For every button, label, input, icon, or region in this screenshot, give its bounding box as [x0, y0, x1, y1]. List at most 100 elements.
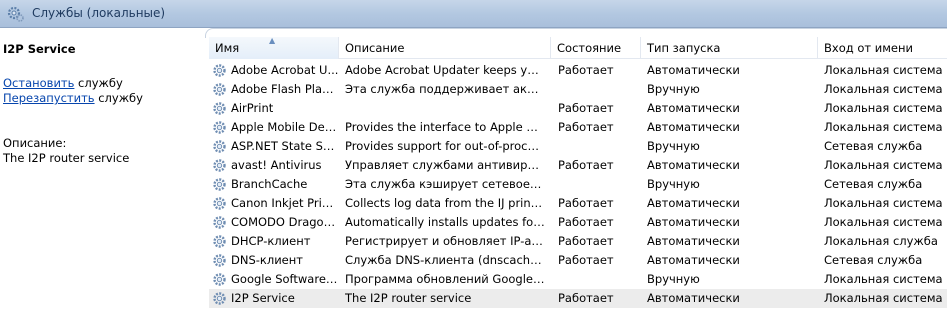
- column-header-description[interactable]: Описание: [339, 37, 551, 59]
- service-startup-type: Автоматически: [647, 234, 740, 248]
- service-description: Управляет службами антивируса ...: [345, 158, 545, 172]
- service-description: [345, 99, 545, 118]
- service-startup-type: Автоматически: [647, 63, 740, 77]
- service-state: [558, 80, 643, 99]
- column-header-name[interactable]: ▲ Имя: [209, 37, 339, 59]
- service-state: Работает: [558, 253, 614, 267]
- service-row[interactable]: AirPrint Работает Автоматически Локальная с…: [209, 99, 947, 118]
- service-gear-icon: [212, 139, 227, 154]
- service-description: Automatically installs updates for C...: [345, 215, 545, 229]
- service-startup-type: Вручную: [647, 272, 700, 286]
- column-header-startup-type[interactable]: Тип запуска: [641, 37, 818, 59]
- service-gear-icon: [212, 63, 227, 78]
- service-logon-as: Локальная система: [824, 272, 943, 286]
- service-row[interactable]: BranchCache Эта служба кэширует сетевое с…: [209, 175, 947, 194]
- service-name: DHCP-клиент: [231, 234, 311, 248]
- service-state: Работает: [558, 120, 614, 134]
- service-name: avast! Antivirus: [231, 158, 322, 172]
- service-startup-type: Вручную: [647, 177, 700, 191]
- services-list[interactable]: ▲ Имя Описание Состояние Тип запуска Вхо…: [209, 37, 947, 312]
- service-name: ASP.NET State Ser...: [231, 139, 339, 153]
- service-name: Canon Inkjet Print...: [231, 196, 339, 210]
- stop-action-text: службу: [74, 76, 123, 90]
- service-row[interactable]: DNS-клиент Служба DNS-клиента (dnscache) …: [209, 251, 947, 270]
- service-name: Adobe Flash Playe...: [231, 82, 339, 96]
- service-row[interactable]: Adobe Acrobat U... Adobe Acrobat Updater …: [209, 61, 947, 80]
- service-startup-type: Автоматически: [647, 158, 740, 172]
- service-state: Работает: [558, 63, 614, 77]
- service-description: Adobe Acrobat Updater keeps your ...: [345, 63, 545, 77]
- service-description: Provides support for out-of-process...: [345, 139, 545, 153]
- service-name-cell: AirPrint: [212, 99, 340, 118]
- service-gear-icon: [212, 272, 227, 287]
- service-gear-icon: [212, 291, 227, 306]
- service-title: I2P Service: [3, 42, 76, 56]
- service-name-cell: ASP.NET State Ser...: [212, 137, 340, 156]
- service-state: Работает: [558, 291, 614, 305]
- service-row[interactable]: Google Software ... Программа обновлений …: [209, 270, 947, 289]
- service-state: [558, 175, 643, 194]
- service-gear-icon: [212, 158, 227, 173]
- service-startup-type: Автоматически: [647, 215, 740, 229]
- service-row[interactable]: Canon Inkjet Print... Collects log data f…: [209, 194, 947, 213]
- header-title: Службы (локальные): [32, 6, 166, 20]
- service-logon-as: Локальная система: [824, 158, 943, 172]
- column-header-state-label: Состояние: [557, 41, 622, 55]
- service-logon-as: Локальная система: [824, 63, 943, 77]
- service-name: Apple Mobile Devi...: [231, 120, 339, 134]
- restart-action: Перезапустить службу: [3, 91, 143, 105]
- service-description: Эта служба кэширует сетевое сод...: [345, 177, 545, 191]
- column-header-logon-as[interactable]: Вход от имени: [818, 37, 947, 59]
- service-logon-as: Сетевая служба: [824, 253, 923, 267]
- description-text: The I2P router service: [3, 151, 130, 165]
- service-row[interactable]: ASP.NET State Ser... Provides support for…: [209, 137, 947, 156]
- service-row[interactable]: I2P Service The I2P router service Работае…: [209, 289, 947, 308]
- column-header-state[interactable]: Состояние: [551, 37, 641, 59]
- service-row[interactable]: Adobe Flash Playe... Эта служба поддержив…: [209, 80, 947, 99]
- service-row[interactable]: Apple Mobile Devi... Provides the interfa…: [209, 118, 947, 137]
- restart-action-text: службу: [94, 91, 143, 105]
- service-name-cell: Adobe Acrobat U...: [212, 61, 340, 80]
- service-startup-type: Вручную: [647, 82, 700, 96]
- stop-action: Остановить службу: [3, 76, 123, 90]
- service-row[interactable]: DHCP-клиент Регистрирует и обновляет IP-а…: [209, 232, 947, 251]
- services-gear-icon: [7, 6, 24, 22]
- service-row[interactable]: avast! Antivirus Управляет службами антив…: [209, 156, 947, 175]
- service-description: Provides the interface to Apple mob...: [345, 120, 545, 134]
- service-logon-as: Локальная система: [824, 82, 943, 96]
- service-name-cell: DNS-клиент: [212, 251, 340, 270]
- service-gear-icon: [212, 253, 227, 268]
- column-header-description-label: Описание: [345, 41, 405, 55]
- restart-service-link[interactable]: Перезапустить: [3, 91, 95, 105]
- service-state: Работает: [558, 196, 614, 210]
- service-state: Работает: [558, 101, 614, 115]
- service-logon-as: Сетевая служба: [824, 177, 923, 191]
- service-logon-as: Локальная система: [824, 101, 943, 115]
- service-startup-type: Автоматически: [647, 291, 740, 305]
- service-name-cell: Apple Mobile Devi...: [212, 118, 340, 137]
- service-description: The I2P router service: [345, 291, 472, 305]
- service-name-cell: Adobe Flash Playe...: [212, 80, 340, 99]
- service-logon-as: Локальная система: [824, 215, 943, 229]
- service-gear-icon: [212, 234, 227, 249]
- service-description: Программа обновлений Google с...: [345, 272, 545, 286]
- service-startup-type: Автоматически: [647, 196, 740, 210]
- service-gear-icon: [212, 101, 227, 116]
- service-description: Регистрирует и обновляет IP-адре...: [345, 234, 545, 248]
- service-state: Работает: [558, 158, 614, 172]
- service-name: Adobe Acrobat U...: [231, 63, 339, 77]
- service-name: I2P Service: [231, 291, 295, 305]
- service-row[interactable]: COMODO Dragon... Automatically installs u…: [209, 213, 947, 232]
- stop-service-link[interactable]: Остановить: [3, 76, 74, 90]
- service-logon-as: Локальная служба: [824, 234, 938, 248]
- service-logon-as: Локальная система: [824, 196, 943, 210]
- service-gear-icon: [212, 196, 227, 211]
- service-name: AirPrint: [231, 101, 274, 115]
- column-header-name-label: Имя: [215, 41, 240, 55]
- service-state: Работает: [558, 234, 614, 248]
- sort-ascending-icon: ▲: [269, 37, 276, 45]
- service-name-cell: I2P Service: [212, 289, 340, 308]
- service-description: Collects log data from the IJ printer ..…: [345, 196, 545, 210]
- service-state: Работает: [558, 215, 614, 229]
- service-startup-type: Вручную: [647, 139, 700, 153]
